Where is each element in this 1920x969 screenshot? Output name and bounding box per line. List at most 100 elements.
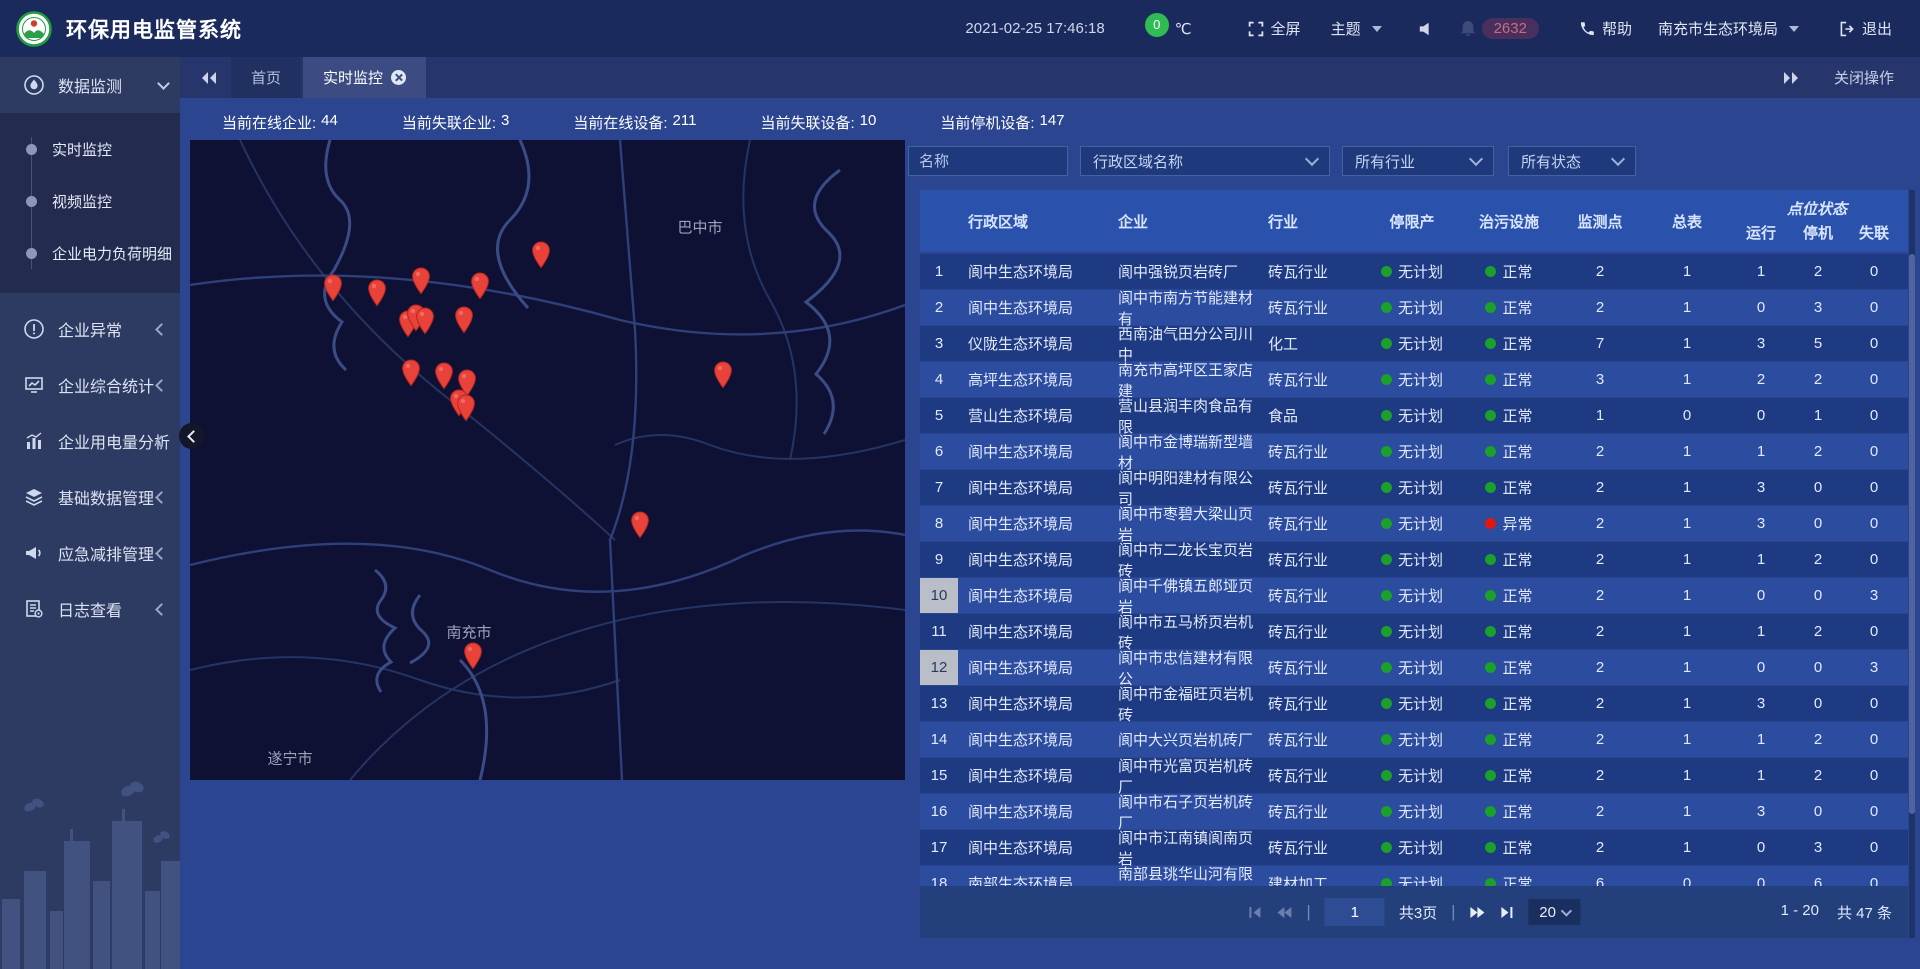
- map-pin[interactable]: [456, 394, 476, 422]
- map-pin[interactable]: [415, 307, 435, 335]
- map-pin[interactable]: [470, 272, 490, 300]
- help-button[interactable]: 帮助: [1579, 18, 1632, 39]
- cell-total-meter: 1: [1644, 434, 1730, 469]
- sidebar-item-emission-reduction[interactable]: 应急减排管理: [0, 525, 180, 581]
- cell-industry: 砖瓦行业: [1256, 686, 1362, 721]
- table-row[interactable]: 5营山生态环境局营山县润丰肉食品有限食品无计划正常10010: [920, 398, 1908, 433]
- name-filter-input[interactable]: [909, 153, 1067, 170]
- region-filter-dropdown[interactable]: 行政区域名称: [1080, 146, 1330, 176]
- sidebar-item-power-load-detail[interactable]: 企业电力负荷明细: [0, 227, 180, 279]
- tab-close-icon[interactable]: [391, 70, 406, 85]
- cell-company: 阆中市金福旺页岩机砖: [1106, 686, 1256, 721]
- cell-monitor-count: 7: [1556, 326, 1644, 361]
- next-page-button[interactable]: [1470, 906, 1486, 919]
- table-row[interactable]: 8阆中生态环境局阆中市枣碧大梁山页岩砖瓦行业无计划异常21300: [920, 506, 1908, 541]
- table-row[interactable]: 15阆中生态环境局阆中市光富页岩机砖厂砖瓦行业无计划正常21120: [920, 758, 1908, 793]
- cell-region: 阆中生态环境局: [958, 290, 1106, 325]
- map-pin[interactable]: [630, 511, 650, 539]
- chevron-down-icon: [157, 77, 170, 90]
- table-row[interactable]: 12阆中生态环境局阆中市忠信建材有限公砖瓦行业无计划正常21003: [920, 650, 1908, 685]
- sidebar-item-enterprise-abnormal[interactable]: 企业异常: [0, 301, 180, 357]
- table-row[interactable]: 7阆中生态环境局阆中明阳建材有限公司砖瓦行业无计划正常21300: [920, 470, 1908, 505]
- page-number-input[interactable]: [1325, 898, 1385, 926]
- map-pin[interactable]: [531, 241, 551, 269]
- table-row[interactable]: 10阆中生态环境局阆中千佛镇五郎垭页岩砖瓦行业无计划正常21003: [920, 578, 1908, 613]
- top-header: 环保用电监管系统 2021-02-25 17:46:18 0 ℃ 全屏 主题: [0, 0, 1920, 57]
- fullscreen-button[interactable]: 全屏: [1248, 18, 1301, 39]
- prev-page-button[interactable]: [1276, 906, 1292, 919]
- map-pin[interactable]: [463, 642, 483, 670]
- cell-industry: 砖瓦行业: [1256, 758, 1362, 793]
- table-row[interactable]: 18南部生态环境局南部县珧华山河有限公建材加工无计划正常60060: [920, 866, 1908, 886]
- table-row[interactable]: 3仪陇生态环境局西南油气田分公司川中化工无计划正常71350: [920, 326, 1908, 361]
- map-pin[interactable]: [713, 361, 733, 389]
- table-row[interactable]: 14阆中生态环境局阆中大兴页岩机砖厂砖瓦行业无计划正常21120: [920, 722, 1908, 757]
- table-row[interactable]: 9阆中生态环境局阆中市二龙长宝页岩砖砖瓦行业无计划正常21120: [920, 542, 1908, 577]
- table-row[interactable]: 6阆中生态环境局阆中市金博瑞新型墙材砖瓦行业无计划正常21120: [920, 434, 1908, 469]
- cell-monitor-count: 2: [1556, 614, 1644, 649]
- map-pin[interactable]: [411, 267, 431, 295]
- cell-region: 阆中生态环境局: [958, 722, 1106, 757]
- cell-index: 6: [920, 434, 958, 469]
- cell-running: 1: [1730, 614, 1792, 649]
- map-pin[interactable]: [454, 306, 474, 334]
- sidebar-item-power-analysis[interactable]: 企业用电量分析: [0, 413, 180, 469]
- tab-home[interactable]: 首页: [231, 57, 301, 98]
- cell-running: 3: [1730, 326, 1792, 361]
- cell-lost: 0: [1844, 398, 1904, 433]
- first-page-icon: [1247, 906, 1262, 919]
- organization-dropdown[interactable]: 南充市生态环境局: [1658, 18, 1799, 39]
- cell-monitor-count: 2: [1556, 686, 1644, 721]
- sidebar-item-label: 日志查看: [58, 597, 122, 621]
- sidebar-item-video-monitor[interactable]: 视频监控: [0, 175, 180, 227]
- map-pin[interactable]: [401, 359, 421, 387]
- sidebar-item-data-monitor[interactable]: 数据监测: [0, 57, 180, 113]
- sidebar-item-log-view[interactable]: 日志查看: [0, 581, 180, 637]
- last-page-button[interactable]: [1500, 906, 1515, 919]
- cell-facility-status: 正常: [1462, 470, 1556, 505]
- table-row[interactable]: 11阆中生态环境局阆中市五马桥页岩机砖砖瓦行业无计划正常21120: [920, 614, 1908, 649]
- cell-total-meter: 1: [1644, 686, 1730, 721]
- map[interactable]: 巴中市南充市遂宁市: [190, 140, 905, 780]
- close-operations-button[interactable]: 关闭操作: [1834, 67, 1894, 88]
- map-pin[interactable]: [434, 362, 454, 390]
- cell-facility-status: 正常: [1462, 542, 1556, 577]
- cell-index: 1: [920, 254, 958, 289]
- map-pin[interactable]: [367, 279, 387, 307]
- cell-limit-status: 无计划: [1362, 434, 1462, 469]
- table-row[interactable]: 4高坪生态环境局南充市高坪区王家店建砖瓦行业无计划正常31220: [920, 362, 1908, 397]
- page-size-select[interactable]: 20: [1529, 899, 1581, 925]
- map-pin[interactable]: [323, 274, 343, 302]
- cell-industry: 食品: [1256, 398, 1362, 433]
- first-page-button[interactable]: [1247, 906, 1262, 919]
- chevron-left-icon: [155, 547, 168, 560]
- sidebar-submenu: 实时监控 视频监控 企业电力负荷明细: [0, 113, 180, 293]
- table-row[interactable]: 17阆中生态环境局阆中市江南镇阆南页岩砖瓦行业无计划正常21030: [920, 830, 1908, 865]
- table-scrollbar[interactable]: [1909, 190, 1915, 938]
- cell-industry: 砖瓦行业: [1256, 650, 1362, 685]
- tabs-scroll-right-button[interactable]: [1783, 71, 1800, 85]
- cell-running: 1: [1730, 758, 1792, 793]
- sidebar-item-base-data[interactable]: 基础数据管理: [0, 469, 180, 525]
- industry-filter-dropdown[interactable]: 所有行业: [1342, 146, 1494, 176]
- table-row[interactable]: 1阆中生态环境局阆中强锐页岩砖厂砖瓦行业无计划正常21120: [920, 254, 1908, 289]
- table-row[interactable]: 13阆中生态环境局阆中市金福旺页岩机砖砖瓦行业无计划正常21300: [920, 686, 1908, 721]
- mute-button[interactable]: [1418, 21, 1434, 37]
- tabs-scroll-left-button[interactable]: [200, 71, 217, 85]
- cell-running: 0: [1730, 578, 1792, 613]
- cell-industry: 砖瓦行业: [1256, 542, 1362, 577]
- status-dot-icon: [1485, 446, 1496, 457]
- theme-dropdown[interactable]: 主题: [1331, 18, 1382, 39]
- scrollbar-thumb[interactable]: [1909, 254, 1915, 814]
- logout-button[interactable]: 退出: [1839, 18, 1892, 39]
- sidebar-item-realtime-monitor[interactable]: 实时监控: [0, 123, 180, 175]
- table-row[interactable]: 16阆中生态环境局阆中市石子页岩机砖厂砖瓦行业无计划正常21300: [920, 794, 1908, 829]
- status-filter-dropdown[interactable]: 所有状态: [1508, 146, 1636, 176]
- tab-realtime-monitor[interactable]: 实时监控: [303, 57, 426, 98]
- sidebar-item-enterprise-stats[interactable]: 企业综合统计: [0, 357, 180, 413]
- notifications[interactable]: 2632: [1460, 18, 1539, 39]
- stat-offline-devices: 当前失联设备:10: [760, 112, 876, 133]
- cell-index: 16: [920, 794, 958, 829]
- table-row[interactable]: 2阆中生态环境局阆中市南方节能建材有砖瓦行业无计划正常21030: [920, 290, 1908, 325]
- map-collapse-button[interactable]: [179, 423, 204, 449]
